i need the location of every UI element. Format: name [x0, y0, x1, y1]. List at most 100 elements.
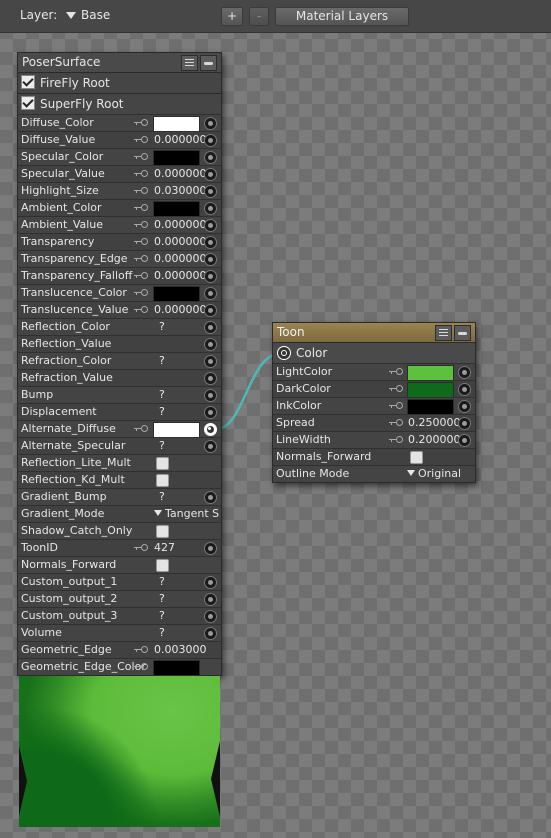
animate-key-icon[interactable]	[134, 646, 148, 653]
material-layers-button[interactable]: Material Layers	[275, 7, 409, 26]
input-plug-icon[interactable]	[204, 389, 217, 402]
param-row-diffuse-color[interactable]: Diffuse_Color	[18, 114, 221, 132]
param-row-custom-output-2[interactable]: Custom_output_2?	[18, 590, 221, 607]
param-value[interactable]: 0.000000	[154, 268, 207, 284]
color-swatch[interactable]	[407, 382, 454, 398]
animate-key-icon[interactable]	[134, 289, 148, 296]
param-row-specular-value[interactable]: Specular_Value 0.000000	[18, 165, 221, 182]
animate-key-icon[interactable]	[389, 385, 403, 392]
param-checkbox[interactable]	[156, 525, 169, 538]
input-plug-icon[interactable]	[204, 440, 217, 453]
output-plug-icon[interactable]	[277, 346, 291, 360]
animate-key-icon[interactable]	[389, 402, 403, 409]
param-row-lightcolor[interactable]: LightColor	[273, 363, 475, 381]
param-row-refraction-value[interactable]: Refraction_Value	[18, 369, 221, 386]
param-value[interactable]: 0.000000	[154, 251, 207, 267]
param-row-transparency-falloff[interactable]: Transparency_Falloff 0.000000	[18, 267, 221, 284]
animate-key-icon[interactable]	[134, 221, 148, 228]
param-value[interactable]: 0.000000	[154, 234, 207, 250]
input-plug-icon[interactable]	[204, 253, 217, 266]
param-row-ambient-color[interactable]: Ambient_Color	[18, 199, 221, 217]
layer-dropdown-arrow-icon[interactable]	[66, 12, 76, 19]
param-row-normals-forward[interactable]: Normals_Forward	[273, 448, 475, 465]
animate-key-icon[interactable]	[134, 187, 148, 194]
param-value[interactable]: 0.000000	[154, 217, 207, 233]
input-plug-icon[interactable]	[204, 151, 217, 164]
input-plug-icon[interactable]	[204, 372, 217, 385]
root-superfly-root[interactable]: SuperFly Root	[18, 93, 221, 114]
param-dropdown[interactable]: Tangent S	[154, 506, 219, 522]
animate-key-icon[interactable]	[134, 425, 148, 432]
param-row-gradient-mode[interactable]: Gradient_Mode Tangent S	[18, 505, 221, 522]
animate-key-icon[interactable]	[134, 663, 148, 670]
animate-key-icon[interactable]	[134, 238, 148, 245]
node-options-icon[interactable]	[181, 55, 198, 71]
poser-surface-node[interactable]: PoserSurface FireFly Root SuperFly Root D…	[17, 52, 222, 676]
input-plug-icon[interactable]	[204, 287, 217, 300]
input-plug-icon[interactable]	[204, 134, 217, 147]
param-dropdown[interactable]: Original	[407, 466, 461, 482]
toon-header[interactable]: Toon	[273, 323, 475, 342]
linked-input-plug-icon[interactable]	[204, 423, 217, 436]
remove-layer-button[interactable]: -	[249, 7, 269, 26]
input-plug-icon[interactable]	[204, 406, 217, 419]
layer-dropdown[interactable]: Base	[81, 8, 110, 22]
param-row-specular-color[interactable]: Specular_Color	[18, 148, 221, 166]
param-checkbox[interactable]	[410, 451, 423, 464]
param-row-ambient-value[interactable]: Ambient_Value 0.000000	[18, 216, 221, 233]
input-plug-icon[interactable]	[204, 236, 217, 249]
root-checkbox[interactable]	[21, 75, 35, 89]
color-swatch[interactable]	[153, 150, 200, 166]
color-swatch[interactable]	[153, 660, 200, 676]
input-plug-icon[interactable]	[458, 417, 471, 430]
param-row-normals-forward[interactable]: Normals_Forward	[18, 556, 221, 573]
param-row-shadow-catch-only[interactable]: Shadow_Catch_Only	[18, 522, 221, 539]
input-plug-icon[interactable]	[204, 491, 217, 504]
input-plug-icon[interactable]	[204, 338, 217, 351]
animate-key-icon[interactable]	[134, 153, 148, 160]
param-row-transparency-edge[interactable]: Transparency_Edge 0.000000	[18, 250, 221, 267]
param-value[interactable]: 0.200000	[408, 432, 461, 448]
param-row-translucence-color[interactable]: Translucence_Color	[18, 284, 221, 302]
node-collapse-icon[interactable]	[454, 325, 471, 341]
param-row-darkcolor[interactable]: DarkColor	[273, 380, 475, 398]
param-checkbox[interactable]	[156, 457, 169, 470]
param-row-volume[interactable]: Volume?	[18, 624, 221, 641]
animate-key-icon[interactable]	[389, 436, 403, 443]
color-swatch[interactable]	[153, 286, 200, 302]
input-plug-icon[interactable]	[204, 304, 217, 317]
animate-key-icon[interactable]	[134, 170, 148, 177]
input-plug-icon[interactable]	[458, 383, 471, 396]
param-checkbox[interactable]	[156, 474, 169, 487]
input-plug-icon[interactable]	[204, 542, 217, 555]
param-row-spread[interactable]: Spread 0.250000	[273, 414, 475, 431]
input-plug-icon[interactable]	[204, 202, 217, 215]
param-value[interactable]: 0.000000	[154, 166, 207, 182]
input-plug-icon[interactable]	[458, 366, 471, 379]
param-row-toonid[interactable]: ToonID 427	[18, 539, 221, 556]
param-row-reflection-kd-mult[interactable]: Reflection_Kd_Mult	[18, 471, 221, 488]
param-value[interactable]: 0.000000	[154, 132, 207, 148]
param-row-bump[interactable]: Bump?	[18, 386, 221, 403]
root-checkbox[interactable]	[21, 96, 35, 110]
input-plug-icon[interactable]	[204, 627, 217, 640]
animate-key-icon[interactable]	[389, 419, 403, 426]
param-row-transparency[interactable]: Transparency 0.000000	[18, 233, 221, 250]
animate-key-icon[interactable]	[134, 306, 148, 313]
param-value[interactable]: 0.030000	[154, 183, 207, 199]
toon-output-row[interactable]: Color	[273, 342, 475, 363]
animate-key-icon[interactable]	[134, 204, 148, 211]
input-plug-icon[interactable]	[204, 270, 217, 283]
param-value[interactable]: 0.250000	[408, 415, 461, 431]
color-swatch[interactable]	[407, 399, 454, 415]
param-row-outline-mode[interactable]: Outline Mode Original	[273, 465, 475, 482]
param-row-highlight-size[interactable]: Highlight_Size 0.030000	[18, 182, 221, 199]
animate-key-icon[interactable]	[134, 544, 148, 551]
animate-key-icon[interactable]	[134, 255, 148, 262]
node-options-icon[interactable]	[435, 325, 452, 341]
param-row-gradient-bump[interactable]: Gradient_Bump?	[18, 488, 221, 505]
animate-key-icon[interactable]	[389, 368, 403, 375]
param-row-inkcolor[interactable]: InkColor	[273, 397, 475, 415]
param-row-reflection-lite-mult[interactable]: Reflection_Lite_Mult	[18, 454, 221, 471]
input-plug-icon[interactable]	[204, 117, 217, 130]
